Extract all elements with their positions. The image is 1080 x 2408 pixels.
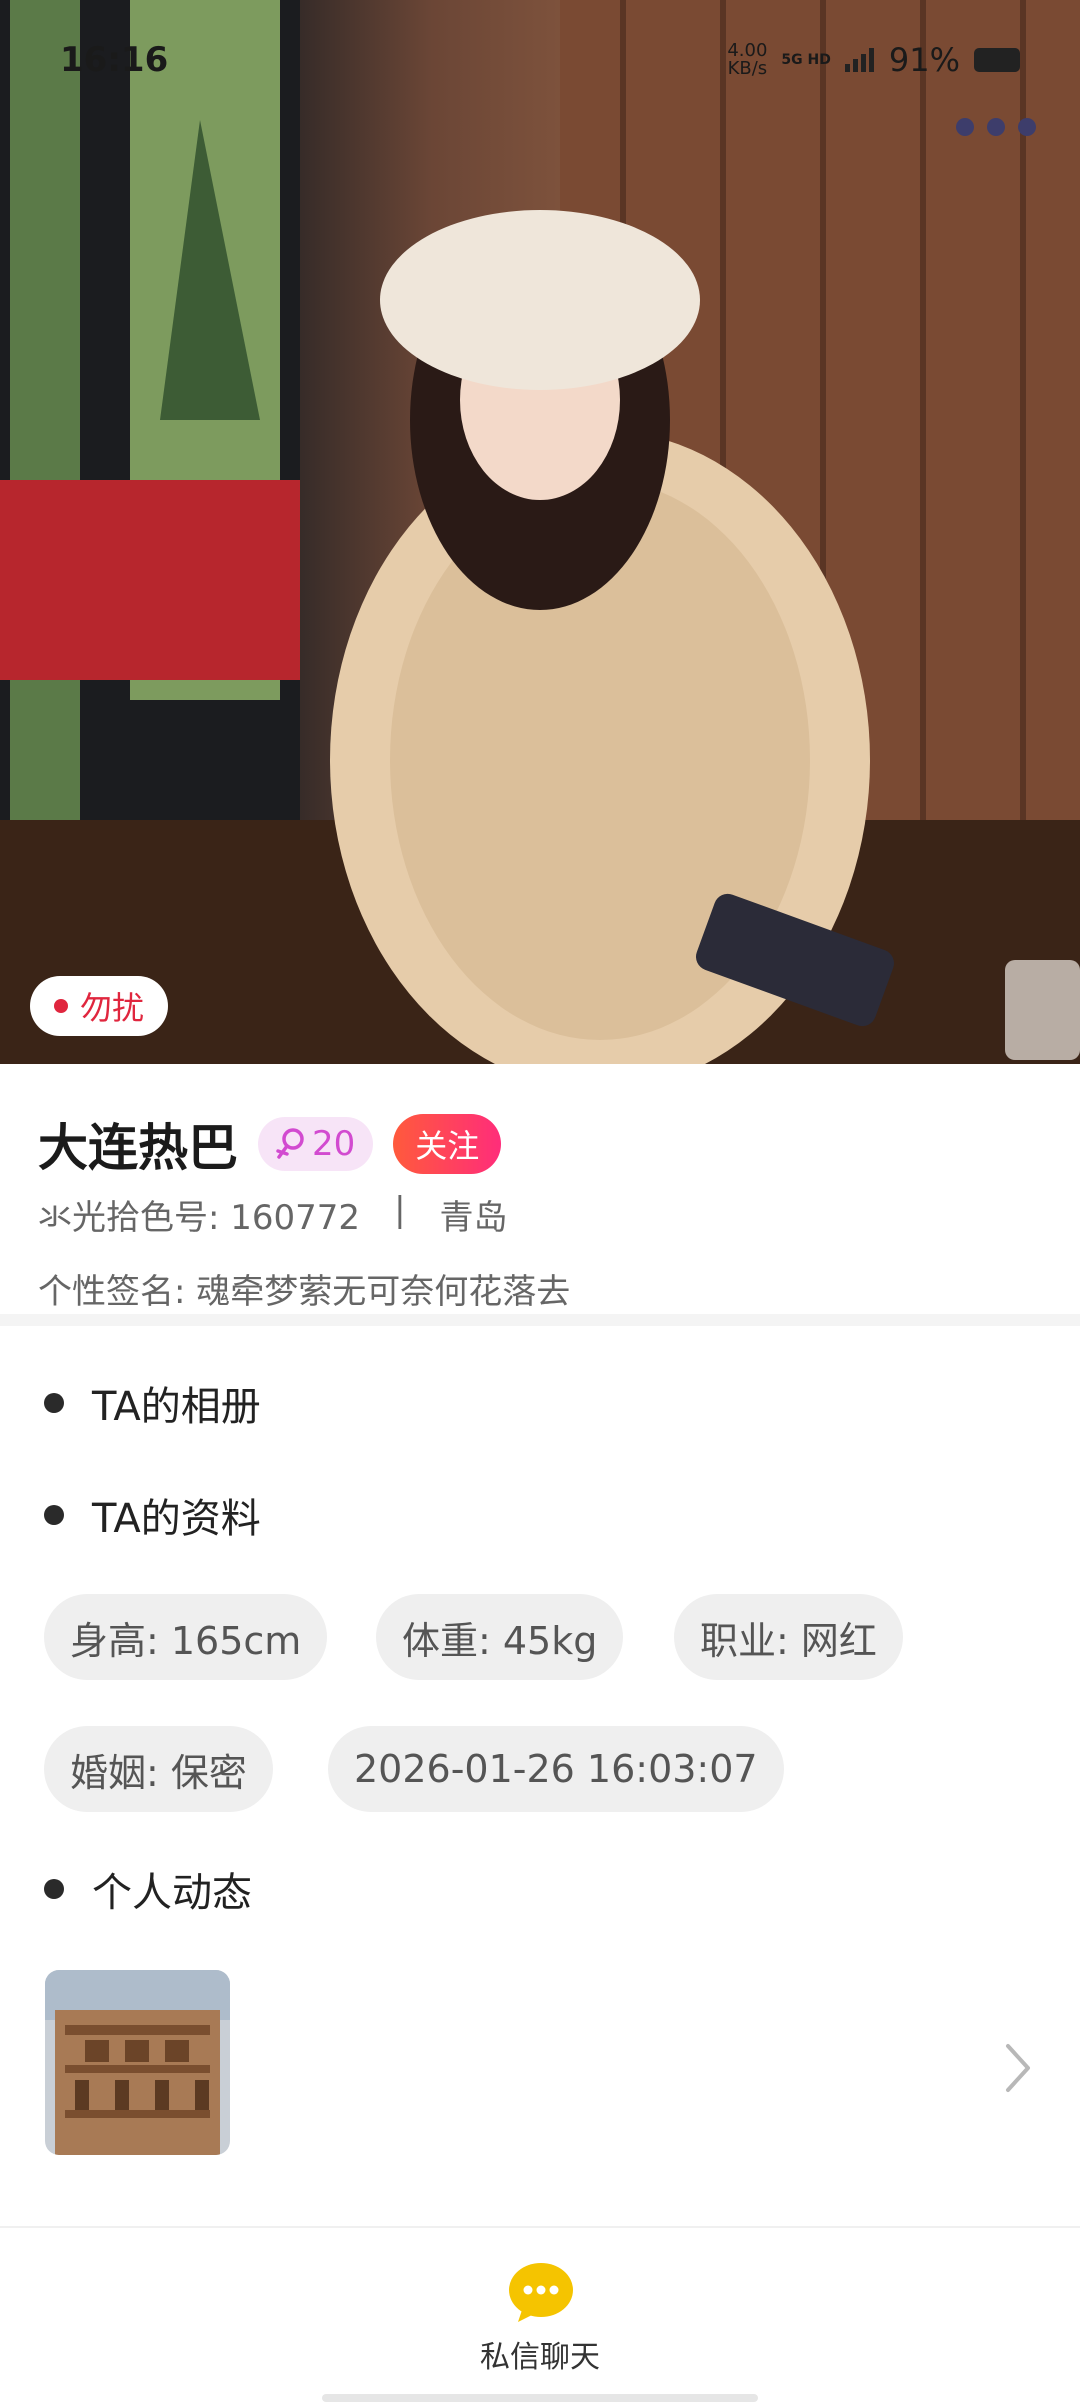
network-speed: 4.00 KB/s [727, 42, 767, 78]
age-value: 20 [312, 1124, 356, 1164]
info-title: TA的资料 [92, 1496, 261, 1542]
private-chat-button[interactable]: 私信聊天 [470, 2262, 610, 2375]
signal-icon [844, 48, 874, 72]
chevron-right-icon[interactable] [998, 2038, 1038, 2098]
follow-button[interactable]: 关注 [393, 1114, 502, 1174]
profile-info: 大连热巴 20 关注 氺光拾色号: 160772 | 青岛 个性签名: 魂牵梦萦… [0, 1064, 1080, 1314]
status-indicators: 4.00 KB/s 5G HD 91% [727, 41, 1020, 79]
moment-thumbnail[interactable] [45, 1970, 230, 2155]
signature: 个性签名: 魂牵梦萦无可奈何花落去 [38, 1272, 571, 1312]
moment-photo [45, 1970, 230, 2155]
battery-percent: 91% [888, 41, 960, 79]
do-not-disturb-badge: 勿扰 [30, 976, 169, 1036]
album-section[interactable]: TA的相册 [44, 1374, 261, 1432]
cover-photo-illustration [0, 0, 1080, 1064]
bullet-dot [44, 1505, 64, 1525]
album-title: TA的相册 [92, 1384, 261, 1430]
info-section: TA的资料 [44, 1486, 261, 1544]
tag-datetime: 2026-01-26 16:03:07 [328, 1726, 784, 1812]
home-indicator[interactable] [322, 2394, 758, 2402]
tag-height: 身高: 165cm [44, 1594, 328, 1680]
chat-label: 私信聊天 [480, 2340, 600, 2375]
battery-icon [974, 48, 1020, 72]
more-dots-icon[interactable] [956, 110, 1036, 144]
gender-age-badge: 20 [258, 1117, 374, 1171]
name-row: 大连热巴 20 关注 [38, 1108, 502, 1180]
bullet-dot [44, 1879, 64, 1899]
signal-tags: 5G HD [781, 52, 831, 68]
user-id: 氺光拾色号: 160772 [38, 1198, 361, 1238]
moments-section: 个人动态 [44, 1860, 252, 1918]
tag-weight: 体重: 45kg [376, 1594, 624, 1680]
dnd-label: 勿扰 [80, 989, 145, 1027]
bullet-dot [44, 1393, 64, 1413]
profile-cover-photo[interactable]: 16:16 4.00 KB/s 5G HD 91% 勿扰 [0, 0, 1080, 1064]
separator: | [394, 1190, 406, 1230]
female-icon [276, 1128, 304, 1159]
id-location-row: 氺光拾色号: 160772 | 青岛 [38, 1190, 508, 1239]
net-speed-unit: KB/s [727, 58, 768, 79]
tag-marriage: 婚姻: 保密 [44, 1726, 273, 1812]
dnd-dot [54, 999, 68, 1013]
chat-bubble-icon [509, 2263, 573, 2322]
user-name: 大连热巴 [38, 1119, 238, 1177]
tag-job: 职业: 网红 [674, 1594, 903, 1680]
profile-content: TA的相册 TA的资料 身高: 165cm 体重: 45kg 职业: 网红 婚姻… [0, 1326, 1080, 2226]
status-time: 16:16 [60, 40, 169, 80]
bottom-action-bar: 私信聊天 [0, 2226, 1080, 2408]
moments-title: 个人动态 [92, 1870, 252, 1916]
user-city: 青岛 [439, 1198, 508, 1238]
status-bar: 16:16 4.00 KB/s 5G HD 91% [0, 0, 1080, 120]
